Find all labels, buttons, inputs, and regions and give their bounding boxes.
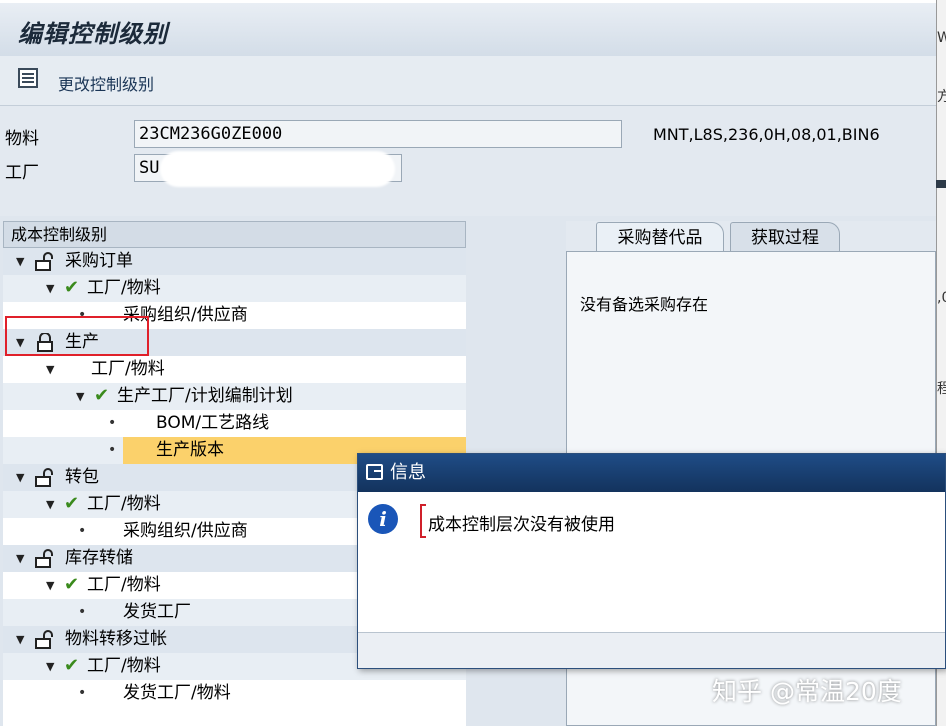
lock-open-icon bbox=[35, 630, 53, 649]
expand-triangle-icon[interactable]: ▼ bbox=[46, 275, 54, 302]
edge-text: 程 bbox=[937, 378, 946, 398]
edge-text: ,0 bbox=[937, 290, 946, 306]
edge-bar bbox=[936, 180, 946, 188]
tree-node-label: 发货工厂 bbox=[123, 602, 191, 622]
expand-triangle-icon[interactable]: ▼ bbox=[46, 572, 54, 599]
checkmark-icon: ✔ bbox=[64, 277, 80, 298]
tree-node-label: 发货工厂/物料 bbox=[123, 683, 231, 703]
tree-node-label: 库存转储 bbox=[65, 548, 133, 568]
empty-message: 没有备选采购存在 bbox=[580, 295, 709, 314]
tree-row[interactable]: ▼ ✔ 工厂/物料 bbox=[3, 275, 466, 302]
edge-text: W bbox=[937, 30, 946, 46]
dialog-body: i 成本控制层次没有被使用 bbox=[358, 492, 945, 632]
expand-triangle-icon[interactable]: ▼ bbox=[46, 356, 54, 383]
edge-text: 方 bbox=[937, 86, 946, 106]
tree-row[interactable]: ▼ ✔ 生产工厂/计划编制计划 bbox=[3, 383, 466, 410]
lock-open-icon bbox=[35, 468, 53, 487]
expand-triangle-icon[interactable]: ▼ bbox=[16, 626, 24, 653]
tree-node-label: 采购组织/供应商 bbox=[123, 521, 248, 541]
info-icon: i bbox=[368, 504, 398, 534]
tree-node-label: 工厂/物料 bbox=[87, 278, 161, 298]
highlight-box bbox=[5, 316, 149, 356]
expand-triangle-icon[interactable]: ▼ bbox=[46, 491, 54, 518]
tree-node-label: 转包 bbox=[65, 467, 99, 487]
redaction-mask bbox=[160, 151, 395, 187]
page-title: 编辑控制级别 bbox=[18, 19, 168, 48]
lock-open-icon bbox=[35, 549, 53, 568]
expand-triangle-icon[interactable]: ▼ bbox=[16, 248, 24, 275]
lock-open-icon bbox=[35, 252, 53, 271]
bullet-icon: • bbox=[108, 442, 117, 458]
bullet-icon: • bbox=[78, 523, 87, 539]
info-dialog[interactable]: 信息 i 成本控制层次没有被使用 bbox=[357, 453, 946, 669]
dialog-window-icon bbox=[366, 464, 383, 480]
tree-node-label: 工厂/物料 bbox=[91, 359, 165, 379]
tree-row[interactable]: • 发货工厂/物料 bbox=[3, 680, 466, 707]
tab-purchasing-alternatives[interactable]: 采购替代品 bbox=[596, 222, 724, 252]
tree-node-label: 物料转移过帐 bbox=[65, 629, 167, 649]
dialog-footer bbox=[358, 632, 945, 668]
checkmark-icon: ✔ bbox=[94, 385, 110, 406]
tree-row[interactable]: ▼ 采购订单 bbox=[3, 248, 466, 275]
tab-procurement-process[interactable]: 获取过程 bbox=[730, 222, 840, 252]
bullet-icon: • bbox=[78, 604, 87, 620]
checkmark-icon: ✔ bbox=[64, 655, 80, 676]
watermark: 知乎 @常温20度 bbox=[712, 677, 902, 706]
expand-triangle-icon[interactable]: ▼ bbox=[16, 545, 24, 572]
expand-triangle-icon[interactable]: ▼ bbox=[16, 464, 24, 491]
change-control-level-icon[interactable] bbox=[18, 68, 38, 88]
text-cursor-marker bbox=[420, 504, 426, 538]
dialog-title: 信息 bbox=[390, 462, 426, 483]
tree-node-label: 工厂/物料 bbox=[87, 575, 161, 595]
plant-label: 工厂 bbox=[5, 163, 39, 183]
checkmark-icon: ✔ bbox=[64, 493, 80, 514]
tree-node-label: 工厂/物料 bbox=[87, 494, 161, 514]
expand-triangle-icon[interactable]: ▼ bbox=[76, 383, 84, 410]
checkmark-icon: ✔ bbox=[64, 574, 80, 595]
dialog-message: 成本控制层次没有被使用 bbox=[428, 515, 615, 535]
tree-row[interactable]: ▼ 工厂/物料 bbox=[3, 356, 466, 383]
tree-node-label: BOM/工艺路线 bbox=[156, 413, 270, 433]
dialog-title-bar[interactable]: 信息 bbox=[358, 454, 945, 492]
tree-header: 成本控制级别 bbox=[3, 221, 466, 248]
tree-node-label: 生产工厂/计划编制计划 bbox=[117, 386, 293, 406]
tree-node-label: 生产版本 bbox=[156, 440, 224, 460]
material-label: 物料 bbox=[5, 129, 39, 149]
tree-row[interactable]: • BOM/工艺路线 bbox=[3, 410, 466, 437]
tree-node-label: 采购订单 bbox=[65, 251, 133, 271]
material-description: MNT,L8S,236,0H,08,01,BIN6 bbox=[653, 125, 880, 144]
expand-triangle-icon[interactable]: ▼ bbox=[46, 653, 54, 680]
tree-node-label: 工厂/物料 bbox=[87, 656, 161, 676]
material-field[interactable]: 23CM236G0ZE000 bbox=[134, 120, 622, 148]
change-control-level-button[interactable]: 更改控制级别 bbox=[58, 71, 154, 95]
bullet-icon: • bbox=[108, 415, 117, 431]
bullet-icon: • bbox=[78, 685, 87, 701]
